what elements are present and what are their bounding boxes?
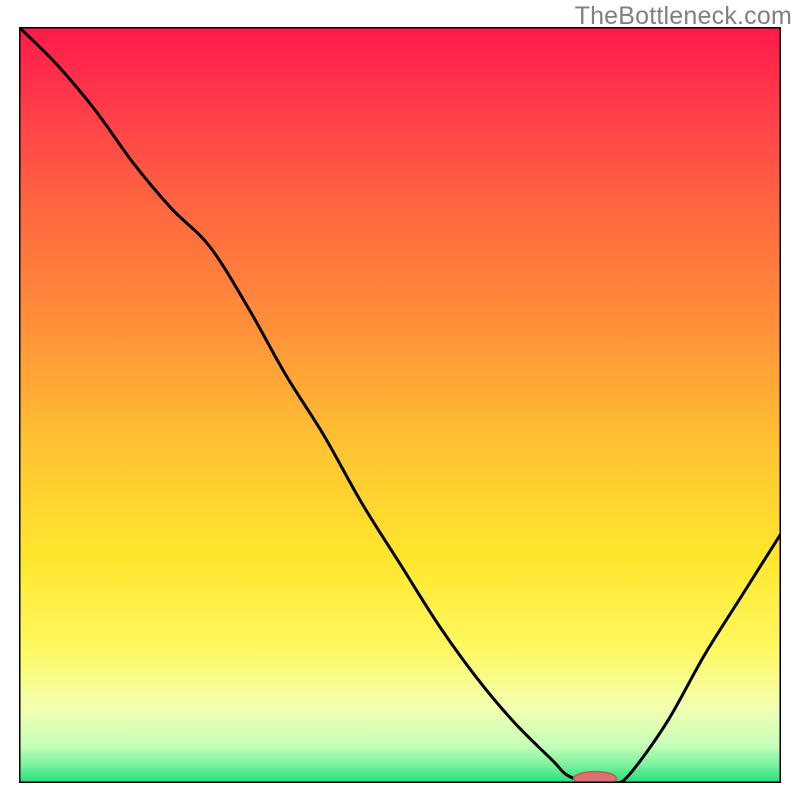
plot-area — [19, 27, 781, 783]
chart-container: TheBottleneck.com — [0, 0, 800, 800]
optimal-marker — [574, 772, 617, 783]
plot-svg — [19, 27, 781, 783]
gradient-background — [19, 27, 781, 783]
